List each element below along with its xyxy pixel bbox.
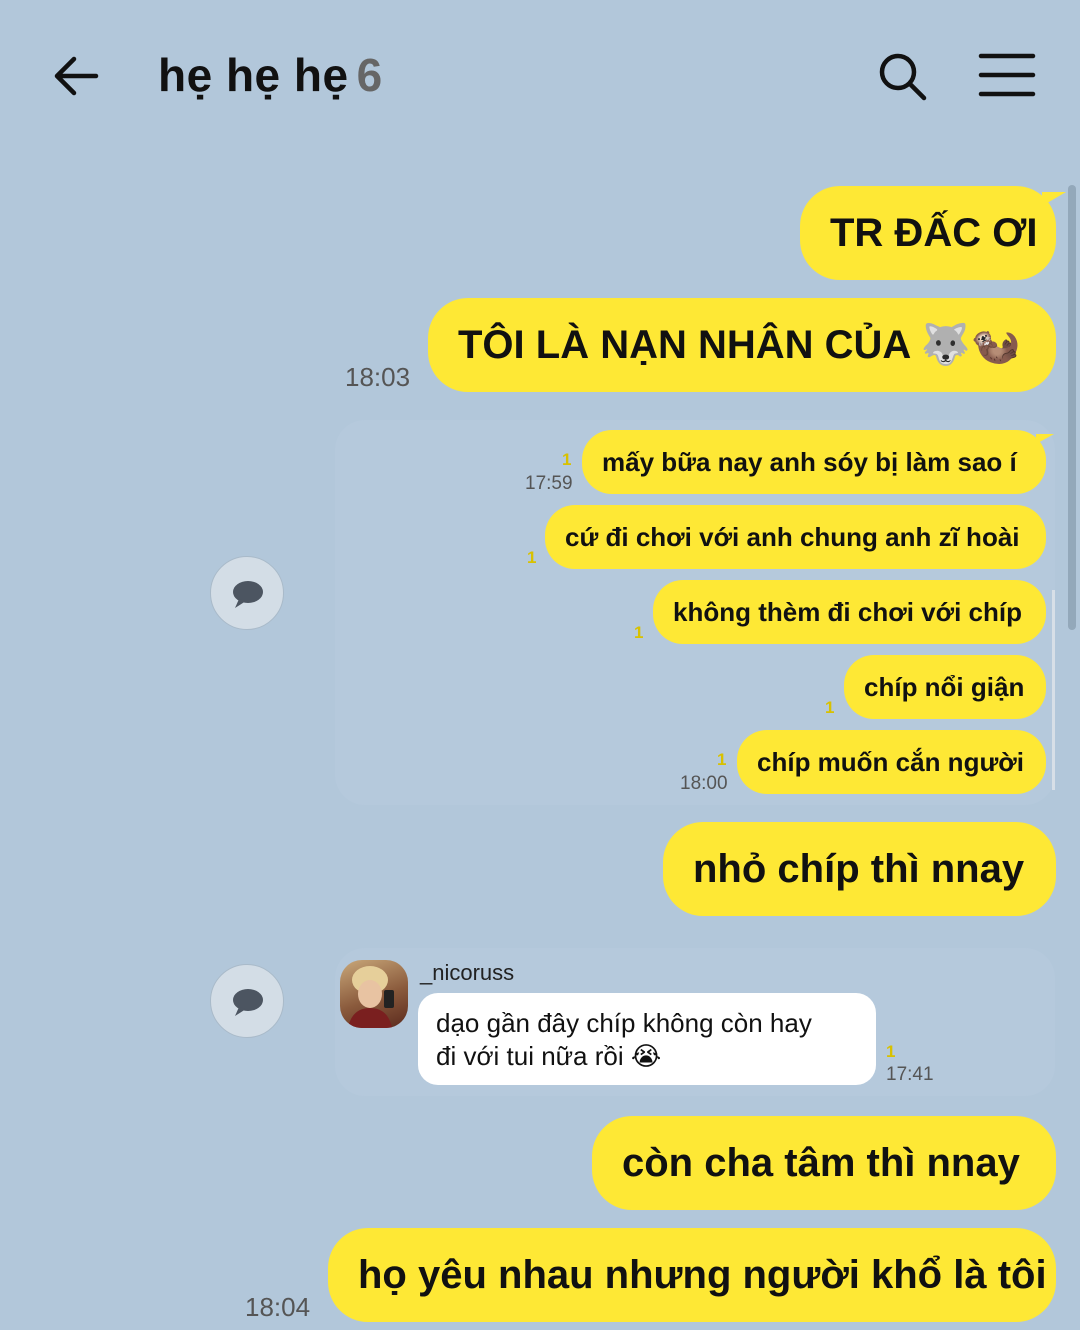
- quoted-message-bubble[interactable]: chíp muốn cắn người: [737, 730, 1046, 794]
- message-bubble[interactable]: họ yêu nhau nhưng người khổ là tôi: [328, 1228, 1056, 1322]
- quoted-message-bubble[interactable]: cứ đi chơi với anh chung anh zĩ hoài: [545, 505, 1046, 569]
- quoted-message-bubble[interactable]: chíp nổi giận: [844, 655, 1046, 719]
- arrow-left-icon[interactable]: [50, 50, 102, 102]
- message-time: 18:03: [345, 362, 411, 392]
- message-time: 17:59: [525, 473, 573, 494]
- unread-count: 1: [634, 623, 644, 642]
- speech-bubble-icon: [233, 989, 263, 1016]
- sender-name: _nicoruss: [420, 960, 515, 985]
- message-time: 18:04: [245, 1292, 311, 1322]
- unread-count: 1: [527, 548, 537, 567]
- member-count: 6: [356, 49, 383, 101]
- message-bubble[interactable]: còn cha tâm thì nnay: [592, 1116, 1056, 1210]
- unread-count: 1: [825, 698, 835, 717]
- message-line: đi với tui nữa rồi 😭: [436, 1041, 662, 1071]
- share-button[interactable]: [210, 964, 284, 1038]
- message-bubble[interactable]: nhỏ chíp thì nnay: [663, 822, 1056, 916]
- speech-bubble-icon: [233, 581, 263, 608]
- message-time: 17:41: [886, 1064, 934, 1085]
- hamburger-menu-icon[interactable]: [978, 52, 1036, 98]
- quoted-message-bubble[interactable]: mấy bữa nay anh sóy bị làm sao í: [582, 430, 1054, 494]
- message-bubble[interactable]: TR ĐẤC ƠI: [800, 186, 1066, 280]
- message-line: dạo gần đây chíp không còn hay: [436, 1008, 812, 1038]
- unread-count: 1: [717, 750, 727, 769]
- avatar[interactable]: [340, 960, 408, 1028]
- search-icon[interactable]: [876, 50, 928, 102]
- received-message-bubble[interactable]: dạo gần đây chíp không còn hay đi với tu…: [418, 993, 876, 1085]
- unread-count: 1: [562, 450, 572, 469]
- avatar-image: [348, 966, 394, 1028]
- quoted-message-bubble[interactable]: không thèm đi chơi với chíp: [653, 580, 1046, 644]
- chat-title-text: hẹ hẹ hẹ: [158, 49, 349, 101]
- unread-count: 1: [886, 1042, 896, 1061]
- message-time: 18:00: [680, 773, 728, 794]
- share-button[interactable]: [210, 556, 284, 630]
- card-divider: [1052, 590, 1055, 790]
- chat-header: hẹ hẹ hẹ 6: [0, 0, 1080, 150]
- message-bubble[interactable]: TÔI LÀ NẠN NHÂN CỦA 🐺🦦: [428, 298, 1056, 392]
- chat-title: hẹ hẹ hẹ 6: [158, 48, 383, 102]
- scrollbar[interactable]: [1068, 185, 1076, 630]
